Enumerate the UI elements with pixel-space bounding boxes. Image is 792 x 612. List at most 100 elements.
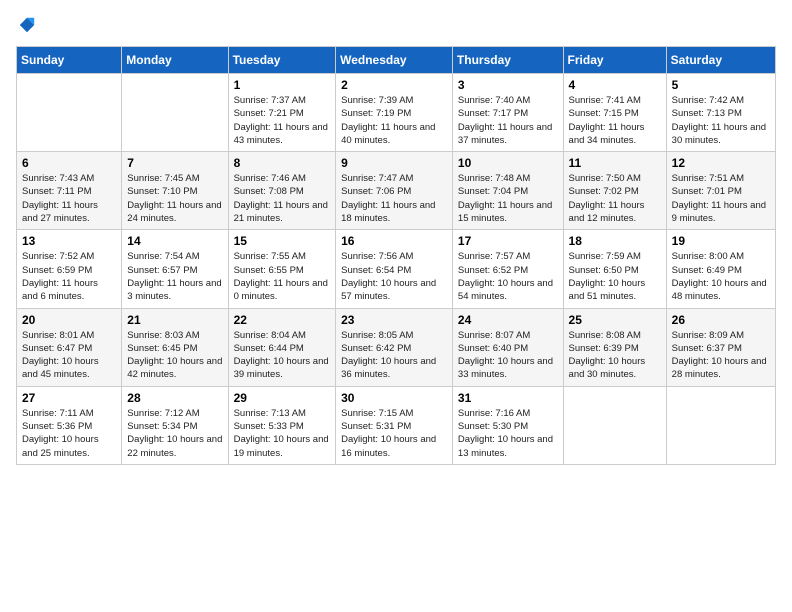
weekday-header-thursday: Thursday: [452, 47, 563, 74]
week-row-3: 13Sunrise: 7:52 AM Sunset: 6:59 PM Dayli…: [17, 230, 776, 308]
week-row-2: 6 Sunrise: 7:43 AM Sunset: 7:11 PM Daylig…: [17, 152, 776, 230]
calendar-cell: 29Sunrise: 7:13 AM Sunset: 5:33 PM Dayli…: [228, 386, 336, 464]
day-number: 1: [234, 78, 331, 92]
calendar-cell: [122, 74, 228, 152]
calendar-cell: 19Sunrise: 8:00 AM Sunset: 6:49 PM Dayli…: [666, 230, 775, 308]
day-number: 5: [672, 78, 770, 92]
calendar-cell: 6 Sunrise: 7:43 AM Sunset: 7:11 PM Daylig…: [17, 152, 122, 230]
calendar-cell: 30 Sunrise: 7:15 AM Sunset: 5:31 PM Dayli…: [336, 386, 453, 464]
day-info: Sunrise: 7:54 AM Sunset: 6:57 PM Dayligh…: [127, 250, 222, 303]
calendar-table: SundayMondayTuesdayWednesdayThursdayFrid…: [16, 46, 776, 465]
day-number: 8: [234, 156, 331, 170]
weekday-header-row: SundayMondayTuesdayWednesdayThursdayFrid…: [17, 47, 776, 74]
calendar-cell: 15 Sunrise: 7:55 AM Sunset: 6:55 PM Dayli…: [228, 230, 336, 308]
weekday-header-saturday: Saturday: [666, 47, 775, 74]
calendar-cell: 12 Sunrise: 7:51 AM Sunset: 7:01 PM Dayli…: [666, 152, 775, 230]
calendar-cell: 28 Sunrise: 7:12 AM Sunset: 5:34 PM Dayli…: [122, 386, 228, 464]
logo-icon: [18, 16, 36, 34]
calendar-cell: 10 Sunrise: 7:48 AM Sunset: 7:04 PM Dayli…: [452, 152, 563, 230]
day-number: 18: [569, 234, 661, 248]
day-info: Sunrise: 7:13 AM Sunset: 5:33 PM Dayligh…: [234, 407, 331, 460]
calendar-cell: 5 Sunrise: 7:42 AM Sunset: 7:13 PM Daylig…: [666, 74, 775, 152]
calendar-cell: [563, 386, 666, 464]
calendar-cell: 9 Sunrise: 7:47 AM Sunset: 7:06 PM Daylig…: [336, 152, 453, 230]
day-number: 7: [127, 156, 222, 170]
calendar-cell: [666, 386, 775, 464]
calendar-cell: 27 Sunrise: 7:11 AM Sunset: 5:36 PM Dayli…: [17, 386, 122, 464]
day-info: Sunrise: 7:52 AM Sunset: 6:59 PM Dayligh…: [22, 250, 116, 303]
day-info: Sunrise: 7:48 AM Sunset: 7:04 PM Dayligh…: [458, 172, 558, 225]
day-number: 4: [569, 78, 661, 92]
day-info: Sunrise: 7:41 AM Sunset: 7:15 PM Dayligh…: [569, 94, 661, 147]
weekday-header-tuesday: Tuesday: [228, 47, 336, 74]
day-number: 19: [672, 234, 770, 248]
calendar-cell: 17 Sunrise: 7:57 AM Sunset: 6:52 PM Dayli…: [452, 230, 563, 308]
day-info: Sunrise: 8:03 AM Sunset: 6:45 PM Dayligh…: [127, 329, 222, 382]
week-row-4: 20Sunrise: 8:01 AM Sunset: 6:47 PM Dayli…: [17, 308, 776, 386]
day-number: 20: [22, 313, 116, 327]
day-number: 21: [127, 313, 222, 327]
day-info: Sunrise: 7:47 AM Sunset: 7:06 PM Dayligh…: [341, 172, 447, 225]
day-number: 2: [341, 78, 447, 92]
calendar-cell: 23 Sunrise: 8:05 AM Sunset: 6:42 PM Dayli…: [336, 308, 453, 386]
calendar-cell: 3Sunrise: 7:40 AM Sunset: 7:17 PM Daylig…: [452, 74, 563, 152]
calendar-cell: 22 Sunrise: 8:04 AM Sunset: 6:44 PM Dayli…: [228, 308, 336, 386]
calendar-cell: 16Sunrise: 7:56 AM Sunset: 6:54 PM Dayli…: [336, 230, 453, 308]
day-number: 23: [341, 313, 447, 327]
day-number: 15: [234, 234, 331, 248]
day-info: Sunrise: 7:55 AM Sunset: 6:55 PM Dayligh…: [234, 250, 331, 303]
day-number: 14: [127, 234, 222, 248]
calendar-cell: 4 Sunrise: 7:41 AM Sunset: 7:15 PM Daylig…: [563, 74, 666, 152]
day-info: Sunrise: 8:04 AM Sunset: 6:44 PM Dayligh…: [234, 329, 331, 382]
day-info: Sunrise: 7:43 AM Sunset: 7:11 PM Dayligh…: [22, 172, 116, 225]
day-info: Sunrise: 7:37 AM Sunset: 7:21 PM Dayligh…: [234, 94, 331, 147]
day-info: Sunrise: 7:40 AM Sunset: 7:17 PM Dayligh…: [458, 94, 558, 147]
calendar-cell: 11 Sunrise: 7:50 AM Sunset: 7:02 PM Dayli…: [563, 152, 666, 230]
calendar-cell: 21 Sunrise: 8:03 AM Sunset: 6:45 PM Dayli…: [122, 308, 228, 386]
calendar-cell: [17, 74, 122, 152]
day-info: Sunrise: 7:12 AM Sunset: 5:34 PM Dayligh…: [127, 407, 222, 460]
day-info: Sunrise: 8:07 AM Sunset: 6:40 PM Dayligh…: [458, 329, 558, 382]
day-info: Sunrise: 7:59 AM Sunset: 6:50 PM Dayligh…: [569, 250, 661, 303]
day-info: Sunrise: 7:50 AM Sunset: 7:02 PM Dayligh…: [569, 172, 661, 225]
day-info: Sunrise: 7:57 AM Sunset: 6:52 PM Dayligh…: [458, 250, 558, 303]
day-info: Sunrise: 8:09 AM Sunset: 6:37 PM Dayligh…: [672, 329, 770, 382]
day-number: 25: [569, 313, 661, 327]
day-number: 9: [341, 156, 447, 170]
day-info: Sunrise: 7:42 AM Sunset: 7:13 PM Dayligh…: [672, 94, 770, 147]
day-number: 16: [341, 234, 447, 248]
calendar-cell: 24 Sunrise: 8:07 AM Sunset: 6:40 PM Dayli…: [452, 308, 563, 386]
day-number: 12: [672, 156, 770, 170]
weekday-header-monday: Monday: [122, 47, 228, 74]
day-number: 6: [22, 156, 116, 170]
day-info: Sunrise: 7:45 AM Sunset: 7:10 PM Dayligh…: [127, 172, 222, 225]
calendar-cell: 7 Sunrise: 7:45 AM Sunset: 7:10 PM Daylig…: [122, 152, 228, 230]
calendar-cell: 1 Sunrise: 7:37 AM Sunset: 7:21 PM Daylig…: [228, 74, 336, 152]
day-number: 30: [341, 391, 447, 405]
day-number: 31: [458, 391, 558, 405]
day-info: Sunrise: 8:05 AM Sunset: 6:42 PM Dayligh…: [341, 329, 447, 382]
calendar-cell: 8 Sunrise: 7:46 AM Sunset: 7:08 PM Daylig…: [228, 152, 336, 230]
calendar-cell: 14 Sunrise: 7:54 AM Sunset: 6:57 PM Dayli…: [122, 230, 228, 308]
weekday-header-friday: Friday: [563, 47, 666, 74]
header: [16, 16, 776, 34]
day-info: Sunrise: 7:39 AM Sunset: 7:19 PM Dayligh…: [341, 94, 447, 147]
day-info: Sunrise: 8:08 AM Sunset: 6:39 PM Dayligh…: [569, 329, 661, 382]
day-number: 10: [458, 156, 558, 170]
day-number: 22: [234, 313, 331, 327]
day-number: 17: [458, 234, 558, 248]
day-info: Sunrise: 7:15 AM Sunset: 5:31 PM Dayligh…: [341, 407, 447, 460]
logo: [16, 16, 36, 34]
day-number: 28: [127, 391, 222, 405]
calendar-cell: 13Sunrise: 7:52 AM Sunset: 6:59 PM Dayli…: [17, 230, 122, 308]
calendar-cell: 26 Sunrise: 8:09 AM Sunset: 6:37 PM Dayli…: [666, 308, 775, 386]
day-number: 26: [672, 313, 770, 327]
day-number: 11: [569, 156, 661, 170]
day-number: 24: [458, 313, 558, 327]
day-info: Sunrise: 7:51 AM Sunset: 7:01 PM Dayligh…: [672, 172, 770, 225]
day-number: 27: [22, 391, 116, 405]
day-info: Sunrise: 7:16 AM Sunset: 5:30 PM Dayligh…: [458, 407, 558, 460]
calendar-cell: 2 Sunrise: 7:39 AM Sunset: 7:19 PM Daylig…: [336, 74, 453, 152]
day-info: Sunrise: 7:11 AM Sunset: 5:36 PM Dayligh…: [22, 407, 116, 460]
day-info: Sunrise: 7:46 AM Sunset: 7:08 PM Dayligh…: [234, 172, 331, 225]
